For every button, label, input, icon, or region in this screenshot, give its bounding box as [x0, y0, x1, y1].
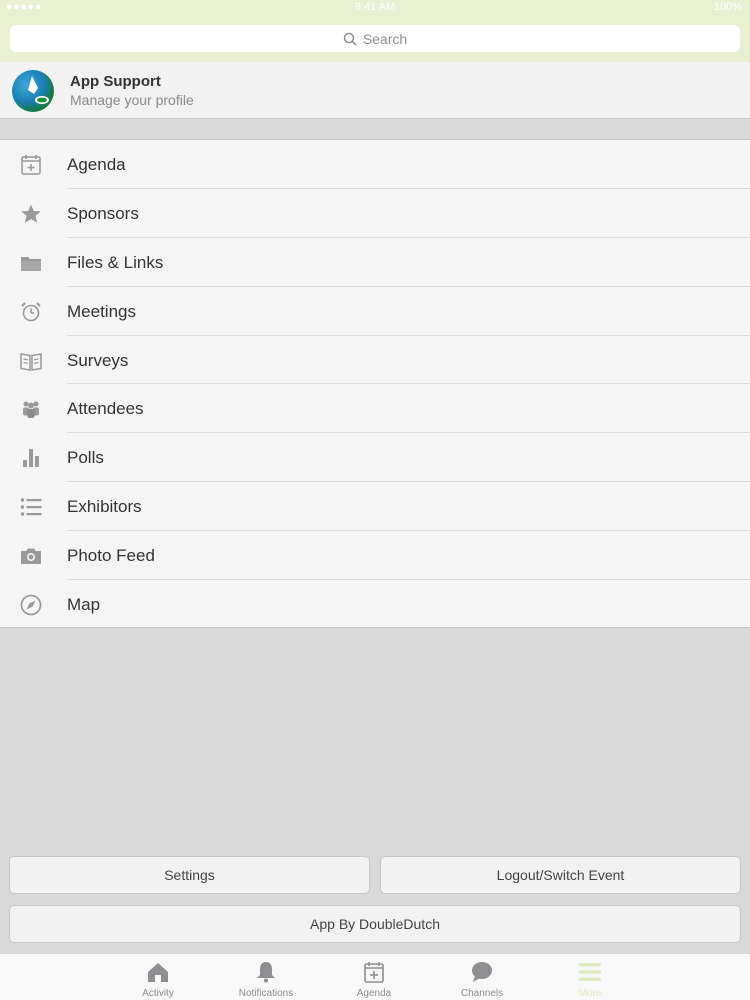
menu-item-polls[interactable]: Polls [0, 433, 750, 483]
tab-channels[interactable]: Channels [442, 954, 522, 1000]
tab-agenda[interactable]: Agenda [334, 954, 414, 1000]
tab-label: Agenda [356, 988, 392, 999]
home-icon [148, 963, 168, 982]
menu-list: Agenda Sponsors Files & Links Meetings S… [0, 139, 750, 628]
menu-item-sponsors[interactable]: Sponsors [0, 189, 750, 238]
list-icon [20, 498, 42, 516]
menu-item-photo-feed[interactable]: Photo Feed [0, 531, 750, 581]
menu-item-label: Attendees [67, 399, 144, 419]
search-input[interactable]: Search [10, 25, 740, 52]
menu-item-files-links[interactable]: Files & Links [0, 238, 750, 287]
status-time: 9:41 AM [354, 1, 396, 13]
calendar-icon [364, 962, 384, 983]
camera-icon [21, 548, 41, 565]
search-bar: Search [0, 16, 750, 62]
app-logo-icon [28, 76, 49, 104]
folder-icon [21, 256, 41, 271]
chat-bubble-icon [472, 962, 492, 982]
menu-item-label: Meetings [67, 301, 136, 321]
menu-item-label: Surveys [67, 350, 129, 370]
status-bar: ●●●●● 9:41 AM 100% [0, 0, 750, 16]
star-icon [21, 204, 41, 223]
menu-item-meetings[interactable]: Meetings [0, 287, 750, 336]
profile-subtitle: Manage your profile [70, 92, 194, 108]
menu-item-label: Files & Links [67, 252, 164, 272]
profile-row[interactable]: App Support Manage your profile [0, 62, 750, 119]
compass-icon [20, 594, 42, 616]
bar-chart-icon [23, 449, 39, 468]
settings-button[interactable]: Settings [9, 856, 370, 894]
avatar [12, 70, 54, 112]
menu-item-label: Map [67, 595, 101, 615]
tab-more[interactable]: More [550, 954, 630, 1000]
tab-notifications[interactable]: Notifications [226, 954, 306, 1000]
menu-item-agenda[interactable]: Agenda [0, 140, 750, 189]
hamburger-icon [579, 963, 601, 981]
people-icon [23, 401, 39, 419]
search-icon [343, 32, 357, 46]
tab-bar: Activity Notifications Agenda Channels M… [0, 953, 750, 1000]
tab-label: Channels [460, 988, 504, 999]
menu-item-map[interactable]: Map [0, 580, 750, 629]
tab-label: More [578, 988, 602, 999]
menu-item-label: Exhibitors [67, 497, 142, 517]
alarm-clock-icon [21, 301, 41, 321]
bell-icon [257, 962, 275, 983]
menu-item-attendees[interactable]: Attendees [0, 384, 750, 434]
tab-label: Notifications [238, 988, 294, 999]
tab-activity[interactable]: Activity [118, 954, 198, 1000]
profile-name: App Support [70, 73, 161, 90]
menu-item-label: Polls [67, 448, 104, 468]
menu-item-label: Agenda [67, 155, 126, 174]
menu-item-label: Photo Feed [67, 546, 155, 566]
open-book-icon [20, 352, 42, 371]
battery-indicator: 100% [713, 1, 742, 13]
menu-item-label: Sponsors [67, 203, 139, 223]
logout-switch-event-button[interactable]: Logout/Switch Event [380, 856, 741, 894]
menu-item-surveys[interactable]: Surveys [0, 336, 750, 385]
menu-item-exhibitors[interactable]: Exhibitors [0, 482, 750, 532]
search-placeholder: Search [362, 30, 408, 47]
calendar-icon [21, 155, 41, 175]
app-by-doubledutch-button[interactable]: App By DoubleDutch [9, 905, 741, 943]
tab-label: Activity [142, 988, 174, 999]
